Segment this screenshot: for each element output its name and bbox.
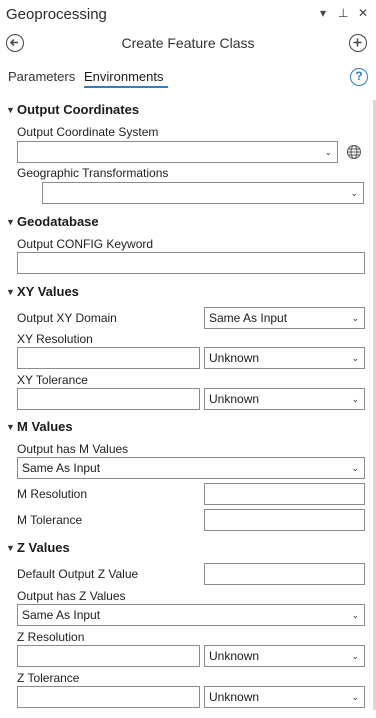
section-heading: XY Values <box>17 284 79 299</box>
add-button[interactable] <box>349 34 367 52</box>
z-tolerance-input[interactable] <box>17 686 200 708</box>
z-resolution-label: Z Resolution <box>17 630 85 644</box>
section-m-values[interactable]: ▼ M Values <box>6 419 73 434</box>
xy-resolution-unit-select[interactable]: Unknown ⌄ <box>204 347 365 369</box>
section-heading: Geodatabase <box>17 214 99 229</box>
config-keyword-input[interactable] <box>17 252 365 274</box>
help-icon[interactable]: ? <box>350 68 368 86</box>
back-arrow-icon <box>9 38 18 47</box>
back-button[interactable] <box>6 34 24 52</box>
section-heading: Z Values <box>17 540 70 555</box>
z-tolerance-unit-select[interactable]: Unknown ⌄ <box>204 686 365 708</box>
section-heading: Output Coordinates <box>17 102 140 117</box>
xy-domain-value: Same As Input <box>209 311 288 325</box>
has-m-select[interactable]: Same As Input ⌄ <box>17 457 365 479</box>
tool-bar: Create Feature Class <box>0 30 376 58</box>
z-tolerance-unit: Unknown <box>209 690 260 704</box>
coord-system-select[interactable]: ⌄ <box>17 141 338 163</box>
geo-trans-label: Geographic Transformations <box>17 166 169 180</box>
collapse-chevron-icon: ▼ <box>6 421 15 432</box>
chevron-down-icon: ⌄ <box>324 147 332 157</box>
chevron-down-icon: ⌄ <box>351 394 359 404</box>
plus-icon <box>353 38 362 47</box>
section-geodatabase[interactable]: ▼ Geodatabase <box>6 214 99 229</box>
chevron-down-icon: ⌄ <box>350 188 358 198</box>
xy-tolerance-label: XY Tolerance <box>17 373 88 387</box>
xy-tolerance-unit: Unknown <box>209 392 260 406</box>
m-resolution-input[interactable] <box>204 483 365 505</box>
z-resolution-unit: Unknown <box>209 649 260 663</box>
section-xy-values[interactable]: ▼ XY Values <box>6 284 79 299</box>
m-resolution-label: M Resolution <box>17 487 88 501</box>
section-output-coordinates[interactable]: ▼ Output Coordinates <box>6 102 139 117</box>
chevron-down-icon: ⌄ <box>351 651 359 661</box>
chevron-down-icon: ⌄ <box>351 610 359 620</box>
m-tolerance-label: M Tolerance <box>17 513 83 527</box>
active-tab-indicator <box>84 86 168 88</box>
geo-trans-select[interactable]: ⌄ <box>42 182 364 204</box>
tab-parameters[interactable]: Parameters <box>8 69 75 84</box>
tab-bar: Parameters Environments ? <box>0 66 376 90</box>
xy-resolution-unit: Unknown <box>209 351 260 365</box>
default-z-input[interactable] <box>204 563 365 585</box>
has-m-value: Same As Input <box>22 461 101 475</box>
chevron-down-icon: ⌄ <box>351 353 359 363</box>
pane-controls: ▾ ⊥ ✕ <box>318 6 368 20</box>
z-resolution-input[interactable] <box>17 645 200 667</box>
xy-tolerance-input[interactable] <box>17 388 200 410</box>
globe-icon[interactable] <box>346 144 362 160</box>
z-tolerance-label: Z Tolerance <box>17 671 80 685</box>
m-tolerance-input[interactable] <box>204 509 365 531</box>
has-z-label: Output has Z Values <box>17 589 126 603</box>
xy-resolution-input[interactable] <box>17 347 200 369</box>
has-m-label: Output has M Values <box>17 442 129 456</box>
section-heading: M Values <box>17 419 73 434</box>
collapse-chevron-icon: ▼ <box>6 542 15 553</box>
section-z-values[interactable]: ▼ Z Values <box>6 540 70 555</box>
chevron-down-icon: ⌄ <box>351 463 359 473</box>
pin-icon[interactable]: ⊥ <box>338 6 348 20</box>
pane-header: Geoprocessing ▾ ⊥ ✕ <box>0 0 376 30</box>
z-resolution-unit-select[interactable]: Unknown ⌄ <box>204 645 365 667</box>
coord-system-label: Output Coordinate System <box>17 125 159 139</box>
pane-menu-icon[interactable]: ▾ <box>318 6 328 20</box>
collapse-chevron-icon: ▼ <box>6 216 15 227</box>
xy-domain-label: Output XY Domain <box>17 311 117 325</box>
pane-title: Geoprocessing <box>6 6 107 23</box>
default-z-label: Default Output Z Value <box>17 567 139 581</box>
chevron-down-icon: ⌄ <box>351 313 359 323</box>
config-keyword-label: Output CONFIG Keyword <box>17 237 154 251</box>
chevron-down-icon: ⌄ <box>351 692 359 702</box>
xy-tolerance-unit-select[interactable]: Unknown ⌄ <box>204 388 365 410</box>
collapse-chevron-icon: ▼ <box>6 286 15 297</box>
has-z-value: Same As Input <box>22 608 101 622</box>
close-icon[interactable]: ✕ <box>358 6 368 20</box>
xy-domain-select[interactable]: Same As Input ⌄ <box>204 307 365 329</box>
tool-title: Create Feature Class <box>121 35 255 51</box>
xy-resolution-label: XY Resolution <box>17 332 93 346</box>
collapse-chevron-icon: ▼ <box>6 104 15 115</box>
tab-environments[interactable]: Environments <box>84 69 163 84</box>
has-z-select[interactable]: Same As Input ⌄ <box>17 604 365 626</box>
